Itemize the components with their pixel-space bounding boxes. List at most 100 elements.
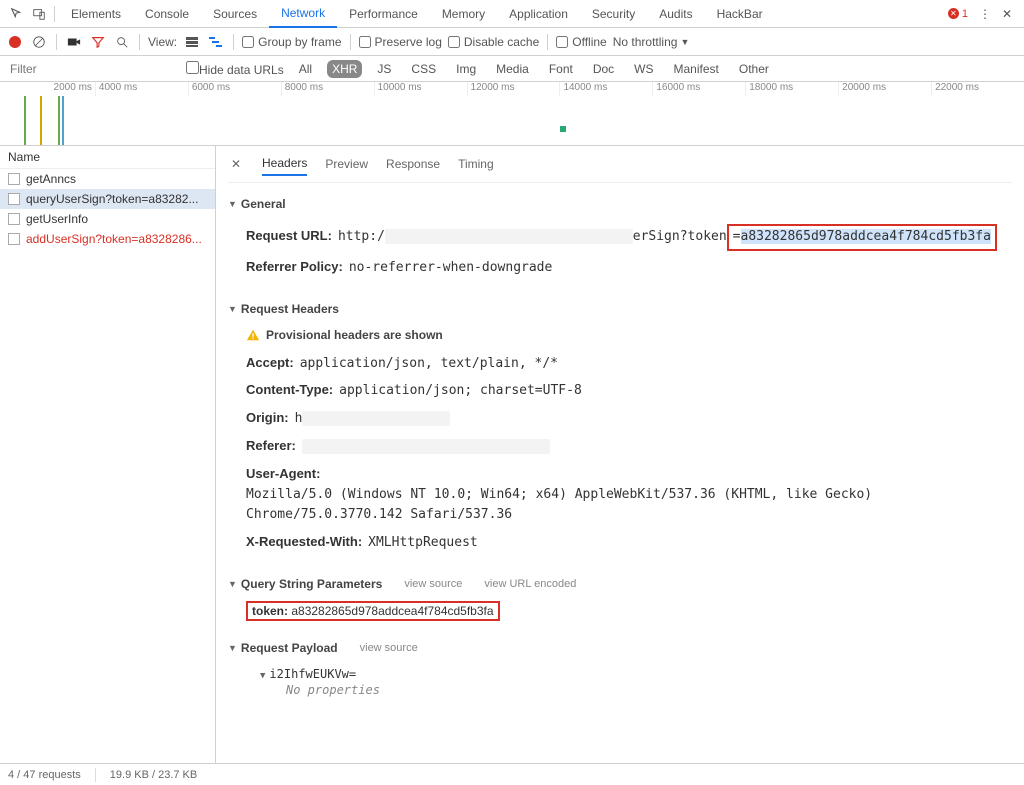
filter-row: Hide data URLs All XHR JS CSS Img Media … — [0, 56, 1024, 82]
network-toolbar: View: Group by frame Preserve log Disabl… — [0, 28, 1024, 56]
tick: 4000 ms — [95, 82, 188, 96]
view-waterfall-icon[interactable] — [207, 33, 225, 51]
request-list-header[interactable]: Name — [0, 146, 215, 169]
filter-css[interactable]: CSS — [406, 60, 441, 78]
tick: 12000 ms — [467, 82, 560, 96]
preserve-log-checkbox[interactable]: Preserve log — [359, 35, 442, 49]
filter-img[interactable]: Img — [451, 60, 481, 78]
details-tabs: ✕ Headers Preview Response Timing — [228, 146, 1012, 183]
timeline-mark — [560, 126, 566, 132]
filter-js[interactable]: JS — [372, 60, 396, 78]
error-count[interactable]: ✕ 1 — [948, 8, 968, 20]
triangle-down-icon: ▼ — [228, 304, 237, 314]
error-icon: ✕ — [948, 8, 959, 19]
request-item[interactable]: queryUserSign?token=a83282... — [0, 189, 215, 209]
group-by-frame-checkbox[interactable]: Group by frame — [242, 35, 341, 49]
tab-headers[interactable]: Headers — [262, 152, 307, 176]
provisional-warning: Provisional headers are shown — [246, 326, 1012, 350]
request-count: 4 / 47 requests — [8, 769, 81, 781]
tab-performance[interactable]: Performance — [337, 1, 430, 27]
view-large-icon[interactable] — [183, 33, 201, 51]
request-list: Name getAnncs queryUserSign?token=a83282… — [0, 146, 216, 763]
filter-other[interactable]: Other — [734, 60, 774, 78]
filter-input[interactable] — [6, 59, 176, 79]
tick: 20000 ms — [838, 82, 931, 96]
payload-body[interactable]: ▼i2IhfwEUKVw= — [246, 665, 1012, 683]
inspect-icon[interactable] — [6, 3, 28, 25]
tab-sources[interactable]: Sources — [201, 1, 269, 27]
general-section-toggle[interactable]: ▼General — [228, 193, 1012, 215]
tick: 14000 ms — [559, 82, 652, 96]
timeline-mark — [24, 96, 26, 146]
view-label: View: — [148, 35, 177, 49]
camera-icon[interactable] — [65, 33, 83, 51]
tab-application[interactable]: Application — [497, 1, 580, 27]
more-icon[interactable]: ⋮ — [974, 3, 996, 25]
transfer-size: 19.9 KB / 23.7 KB — [110, 769, 197, 781]
filter-manifest[interactable]: Manifest — [669, 60, 724, 78]
clear-icon[interactable] — [30, 33, 48, 51]
chevron-down-icon: ▼ — [680, 37, 689, 47]
filter-font[interactable]: Font — [544, 60, 578, 78]
separator — [54, 6, 55, 22]
request-details: ✕ Headers Preview Response Timing ▼Gener… — [216, 146, 1024, 763]
obscured-text: x — [385, 229, 633, 244]
tab-network[interactable]: Network — [269, 0, 337, 28]
status-bar: 4 / 47 requests 19.9 KB / 23.7 KB — [0, 763, 1024, 785]
record-button[interactable] — [6, 33, 24, 51]
tick: 6000 ms — [188, 82, 281, 96]
file-icon — [8, 213, 20, 225]
view-source-link[interactable]: view source — [404, 578, 462, 590]
device-mode-icon[interactable] — [28, 3, 50, 25]
triangle-down-icon: ▼ — [228, 643, 237, 653]
obscured-text: x — [302, 439, 550, 454]
tick: 16000 ms — [652, 82, 745, 96]
tick: 2000 ms — [0, 82, 95, 96]
request-item[interactable]: getAnncs — [0, 169, 215, 189]
view-url-encoded-link[interactable]: view URL encoded — [484, 578, 576, 590]
timeline-mark — [62, 96, 64, 146]
no-properties: No properties — [246, 683, 1012, 697]
file-icon — [8, 233, 20, 245]
tick: 8000 ms — [281, 82, 374, 96]
tab-response[interactable]: Response — [386, 153, 440, 175]
tab-security[interactable]: Security — [580, 1, 647, 27]
close-devtools-icon[interactable]: ✕ — [996, 3, 1018, 25]
filter-ws[interactable]: WS — [629, 60, 658, 78]
timeline[interactable]: 2000 ms 4000 ms 6000 ms 8000 ms 10000 ms… — [0, 82, 1024, 146]
request-url-row: Request URL: http:/xerSign?token=a832828… — [246, 221, 1012, 254]
search-icon[interactable] — [113, 33, 131, 51]
close-details-icon[interactable]: ✕ — [228, 156, 244, 172]
filter-media[interactable]: Media — [491, 60, 534, 78]
tab-elements[interactable]: Elements — [59, 1, 133, 27]
warning-icon — [246, 328, 260, 342]
tick: 22000 ms — [931, 82, 1024, 96]
file-icon — [8, 193, 20, 205]
highlighted-token: a83282865d978addcea4f784cd5fb3fa — [741, 229, 991, 244]
tab-timing[interactable]: Timing — [458, 153, 494, 175]
tab-memory[interactable]: Memory — [430, 1, 497, 27]
throttling-dropdown[interactable]: No throttling ▼ — [613, 35, 690, 49]
request-item[interactable]: addUserSign?token=a8328286... — [0, 229, 215, 249]
offline-checkbox[interactable]: Offline — [556, 35, 606, 49]
obscured-text: x — [302, 411, 450, 426]
query-params-toggle[interactable]: ▼Query String Parameters view source vie… — [228, 573, 1012, 595]
request-payload-toggle[interactable]: ▼Request Payload view source — [228, 637, 1012, 659]
tab-console[interactable]: Console — [133, 1, 201, 27]
tab-preview[interactable]: Preview — [325, 153, 368, 175]
view-source-link[interactable]: view source — [360, 642, 418, 654]
referrer-policy-row: Referrer Policy: no-referrer-when-downgr… — [246, 254, 1012, 282]
tab-audits[interactable]: Audits — [647, 1, 704, 27]
filter-xhr[interactable]: XHR — [327, 60, 362, 78]
filter-all[interactable]: All — [294, 60, 317, 78]
devtools-tabs: Elements Console Sources Network Perform… — [0, 0, 1024, 28]
hide-data-urls-checkbox[interactable]: Hide data URLs — [186, 61, 284, 77]
filter-icon[interactable] — [89, 33, 107, 51]
disable-cache-checkbox[interactable]: Disable cache — [448, 35, 539, 49]
tab-hackbar[interactable]: HackBar — [705, 1, 775, 27]
triangle-down-icon: ▼ — [228, 199, 237, 209]
tick: 18000 ms — [745, 82, 838, 96]
request-item[interactable]: getUserInfo — [0, 209, 215, 229]
request-headers-toggle[interactable]: ▼Request Headers — [228, 298, 1012, 320]
filter-doc[interactable]: Doc — [588, 60, 619, 78]
